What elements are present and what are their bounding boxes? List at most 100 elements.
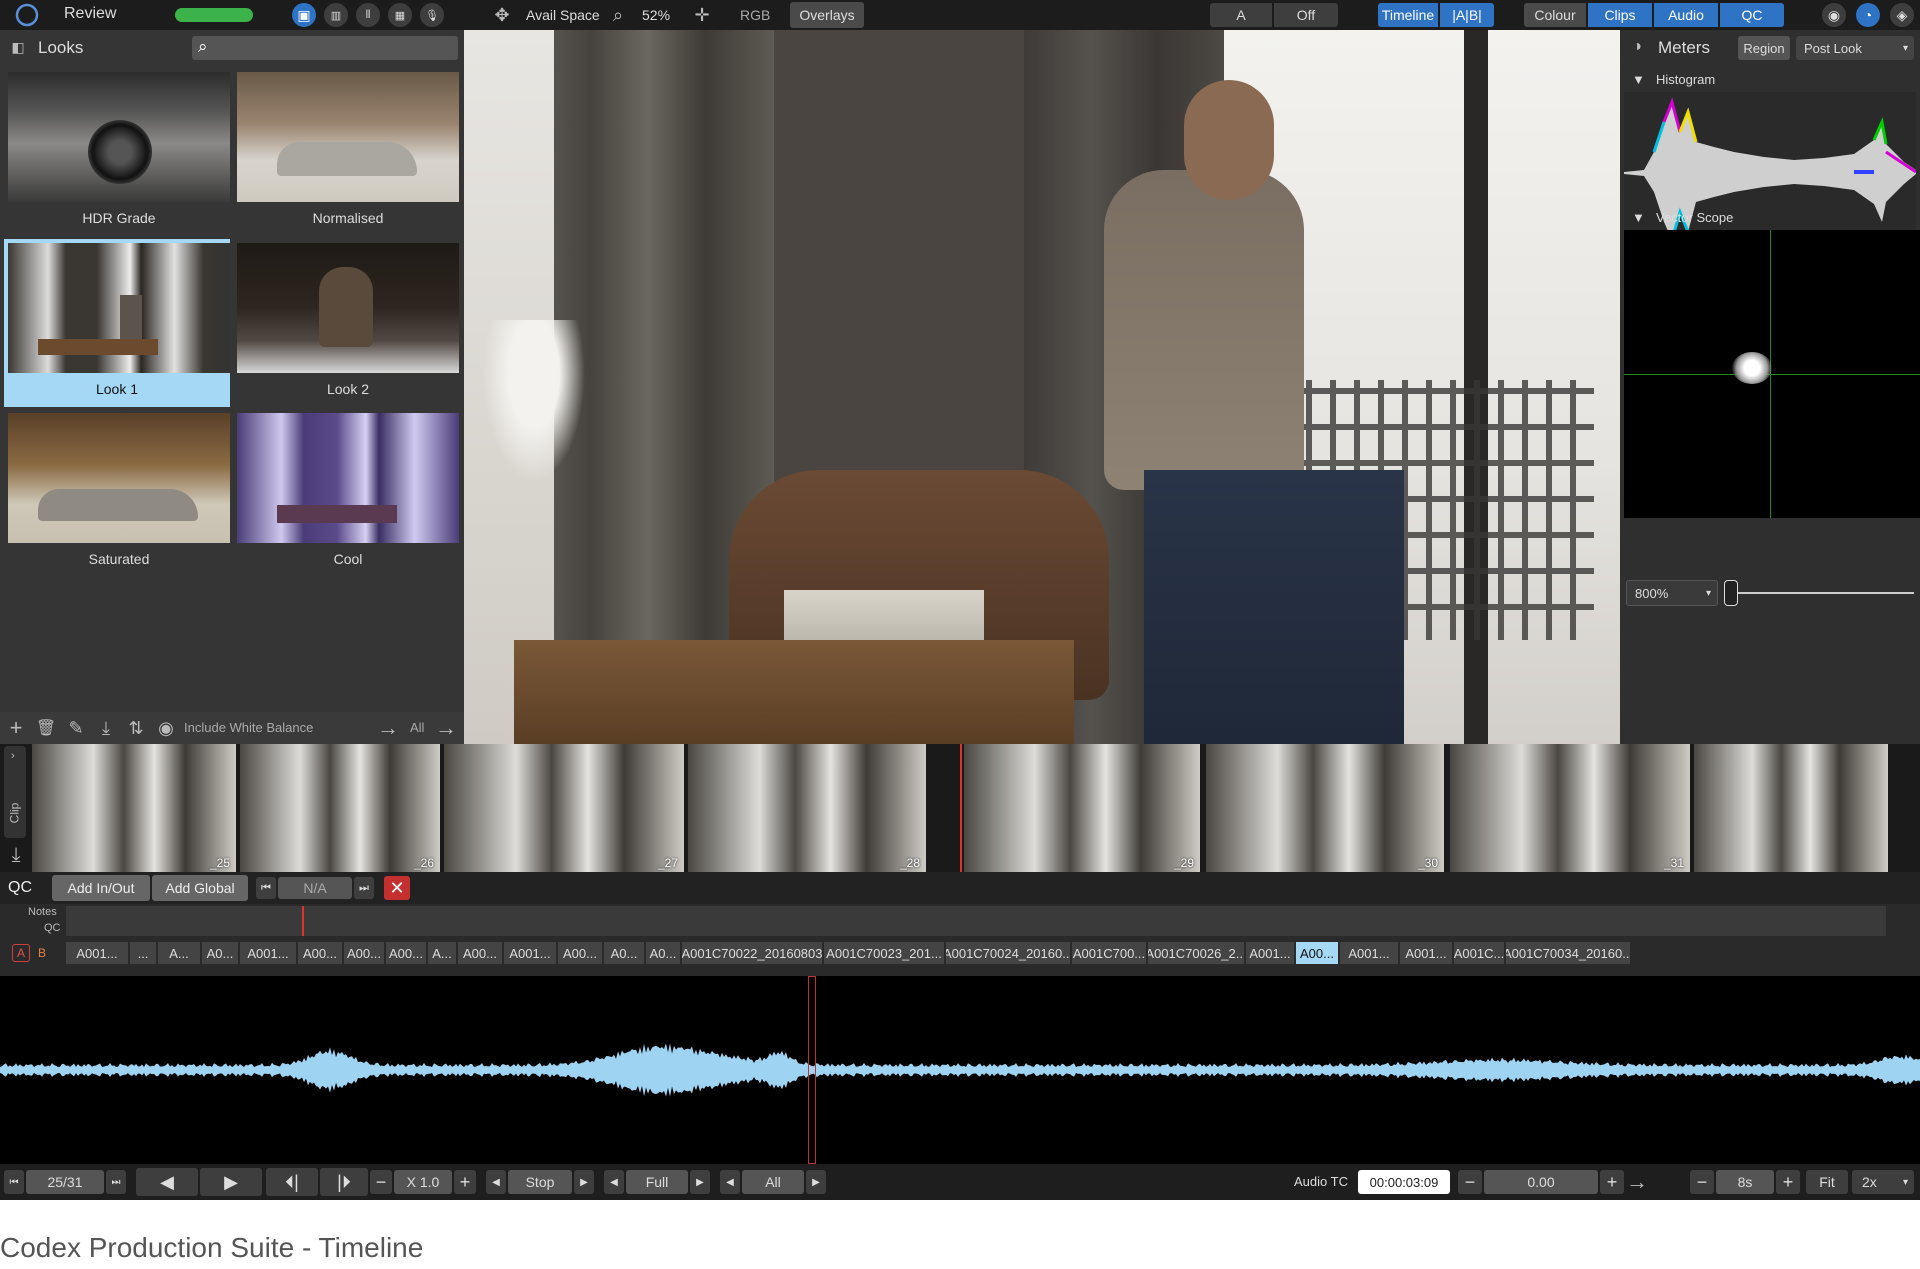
region-button[interactable]: Region (1738, 36, 1790, 60)
image-mode-button[interactable]: ▦ (388, 3, 412, 27)
clip-segment[interactable]: A001... (1340, 942, 1398, 964)
stop-mode-value[interactable]: Stop (508, 1170, 572, 1194)
clip-side-tab[interactable]: › Clip (4, 746, 26, 838)
full-prev-button[interactable]: ◀ (604, 1170, 624, 1194)
first-frame-button[interactable]: ⏮ (4, 1170, 24, 1194)
clip-segment[interactable]: A001C70026_2... (1148, 942, 1244, 964)
arrow-right-icon[interactable]: → (1624, 1169, 1650, 1194)
film-frame[interactable]: _26 (240, 744, 440, 872)
film-frame[interactable]: _31 (1450, 744, 1690, 872)
view-mode-2-button[interactable]: ▥ (324, 3, 348, 27)
post-look-dropdown[interactable]: Post Look ▾ (1796, 36, 1914, 60)
microphone-button[interactable]: 🎙 (420, 3, 444, 27)
play-reverse-button[interactable]: ◀ (136, 1168, 198, 1196)
qc-button[interactable]: QC (1720, 3, 1784, 27)
all-prev-button[interactable]: ◀ (720, 1170, 740, 1194)
clip-segment[interactable]: A001... (66, 942, 128, 964)
apply-arrow-icon[interactable]: → (434, 715, 458, 740)
duration-minus-button[interactable]: − (1690, 1170, 1714, 1194)
qc-prev-button[interactable]: ⏮ (256, 877, 276, 899)
qc-delete-button[interactable]: ✕ (384, 876, 410, 900)
clip-segment[interactable]: A00... (344, 942, 384, 964)
add-icon[interactable]: + (4, 715, 28, 740)
clip-segment[interactable]: A00... (458, 942, 502, 964)
audio-tc-field[interactable]: 00:00:03:09 (1358, 1170, 1450, 1194)
clip-segment[interactable]: A0... (604, 942, 644, 964)
view-mode-1-button[interactable]: ▣ (292, 3, 316, 27)
download-icon[interactable]: ⤓ (4, 842, 28, 868)
clip-segment[interactable]: A0... (202, 942, 238, 964)
speed-icon[interactable]: ◔ (1856, 3, 1880, 27)
notes-lane[interactable] (66, 906, 1886, 936)
film-frame[interactable]: _25 (32, 744, 236, 872)
arrow-right-icon[interactable]: → (376, 715, 400, 740)
off-button[interactable]: Off (1274, 3, 1338, 27)
clip-segment[interactable]: A001... (1246, 942, 1294, 964)
speed-minus-button[interactable]: − (370, 1170, 392, 1194)
step-forward-button[interactable]: |⏵ (320, 1168, 368, 1196)
clip-segment[interactable]: ... (130, 942, 156, 964)
panel-toggle-icon[interactable]: ◧ (6, 38, 30, 56)
audio-waveform-panel[interactable] (0, 976, 1920, 1164)
playhead-marker[interactable] (960, 744, 962, 872)
vectorscope-zoom-dropdown[interactable]: 800% ▾ (1626, 580, 1718, 606)
clips-button[interactable]: Clips (1588, 3, 1652, 27)
speed-plus-button[interactable]: + (454, 1170, 476, 1194)
film-frame[interactable]: _30 (1206, 744, 1444, 872)
add-global-button[interactable]: Add Global (152, 875, 248, 901)
clip-segment[interactable]: A001C70034_20160... (1506, 942, 1630, 964)
all-next-button[interactable]: ▶ (806, 1170, 826, 1194)
last-frame-button[interactable]: ⏭ (106, 1170, 126, 1194)
histogram-toggle[interactable]: ▼ (1632, 72, 1645, 87)
look-thumbnail-normalised[interactable] (237, 72, 459, 202)
vectorscope-toggle[interactable]: ▼ (1632, 210, 1645, 225)
clip-segment[interactable]: A... (158, 942, 200, 964)
timeline-zoom-dropdown[interactable]: 2x ▾ (1852, 1170, 1914, 1194)
clip-segment[interactable]: A001C... (1454, 942, 1504, 964)
clip-segment[interactable]: A001... (504, 942, 556, 964)
download-icon[interactable]: ⤓ (94, 716, 118, 740)
sort-icon[interactable]: ⇅ (124, 716, 148, 740)
audio-button[interactable]: Audio (1654, 3, 1718, 27)
resolution-value[interactable]: Full (626, 1170, 688, 1194)
qc-next-button[interactable]: ⏭ (354, 877, 374, 899)
clip-segment[interactable]: A001C70022_20160803 (682, 942, 822, 964)
look-thumbnail-cool[interactable] (237, 413, 459, 543)
crosshair-icon[interactable]: ✛ (690, 3, 714, 27)
duration-value[interactable]: 8s (1716, 1170, 1774, 1194)
stop-next-button[interactable]: ▶ (574, 1170, 594, 1194)
vectorscope-gain-slider-handle[interactable] (1724, 580, 1738, 606)
clip-segment[interactable]: A001... (240, 942, 296, 964)
stop-prev-button[interactable]: ◀ (486, 1170, 506, 1194)
trash-icon[interactable]: 🗑 (34, 716, 58, 740)
look-thumbnail-saturated[interactable] (8, 413, 230, 543)
range-value[interactable]: All (742, 1170, 804, 1194)
view-mode-3-button[interactable]: ⫴ (356, 3, 380, 27)
fit-button[interactable]: Fit (1806, 1170, 1848, 1194)
duration-plus-button[interactable]: + (1776, 1170, 1800, 1194)
clip-segment[interactable]: A... (428, 942, 456, 964)
clip-segment[interactable]: A00... (1296, 942, 1338, 964)
white-balance-toggle-icon[interactable]: ◉ (154, 716, 178, 740)
film-frame[interactable] (1694, 744, 1888, 872)
qc-note-field[interactable]: N/A (278, 877, 352, 899)
zoom-icon[interactable]: ⌕ (606, 3, 630, 27)
clip-segment[interactable]: A001C700... (1072, 942, 1146, 964)
add-in-out-button[interactable]: Add In/Out (52, 875, 150, 901)
track-a-badge[interactable]: A (12, 944, 30, 962)
record-icon[interactable]: ◉ (1822, 3, 1846, 27)
frame-counter[interactable]: 25/31 (26, 1170, 104, 1194)
video-viewer[interactable] (464, 30, 1620, 744)
clip-segment[interactable]: A001... (1400, 942, 1452, 964)
look-thumbnail-look-2[interactable] (237, 243, 459, 373)
clip-segment[interactable]: A00... (558, 942, 602, 964)
film-frame[interactable]: _28 (688, 744, 926, 872)
pencil-icon[interactable]: ✎ (64, 716, 88, 740)
timeline-button[interactable]: Timeline (1378, 3, 1438, 27)
speed-value[interactable]: X 1.0 (394, 1170, 452, 1194)
clip-segment[interactable]: A001C70024_20160... (946, 942, 1070, 964)
play-button[interactable]: ▶ (200, 1168, 262, 1196)
tag-icon[interactable]: ◈ (1890, 3, 1914, 27)
vectorscope-gain-slider[interactable] (1724, 592, 1914, 594)
ab-button[interactable]: |A|B| (1440, 3, 1494, 27)
